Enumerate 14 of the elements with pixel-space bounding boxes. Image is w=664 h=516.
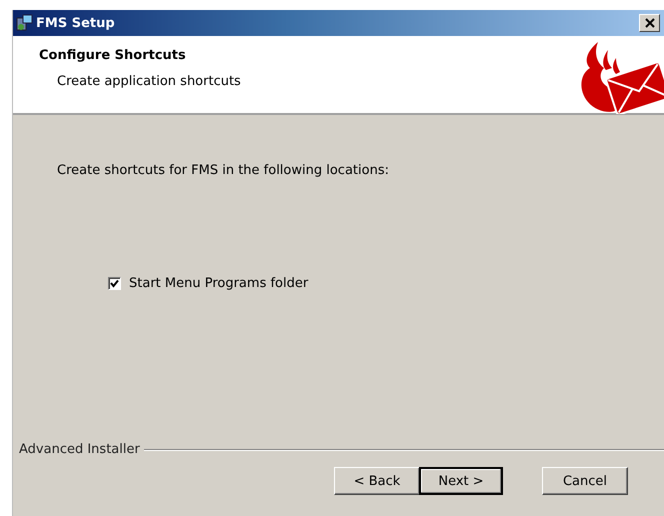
dialog-button[interactable]: Cancel xyxy=(542,467,628,495)
page-title: Configure Shortcuts xyxy=(39,48,187,63)
installer-brand-label: Advanced Installer xyxy=(19,442,140,457)
checkbox-label: Start Menu Programs folder xyxy=(129,276,308,291)
window-title: FMS Setup xyxy=(36,16,116,30)
installer-icon xyxy=(15,14,33,32)
dialog-button[interactable]: Next > xyxy=(419,467,503,495)
close-icon xyxy=(644,18,654,28)
close-button[interactable] xyxy=(639,14,660,32)
dialog-button[interactable]: < Back xyxy=(334,467,420,495)
instruction-text: Create shortcuts for FMS in the following locations: xyxy=(57,163,390,178)
checkbox[interactable] xyxy=(108,277,121,290)
checkmark-icon xyxy=(110,279,119,288)
page-subtitle: Create application shortcuts xyxy=(56,74,241,89)
